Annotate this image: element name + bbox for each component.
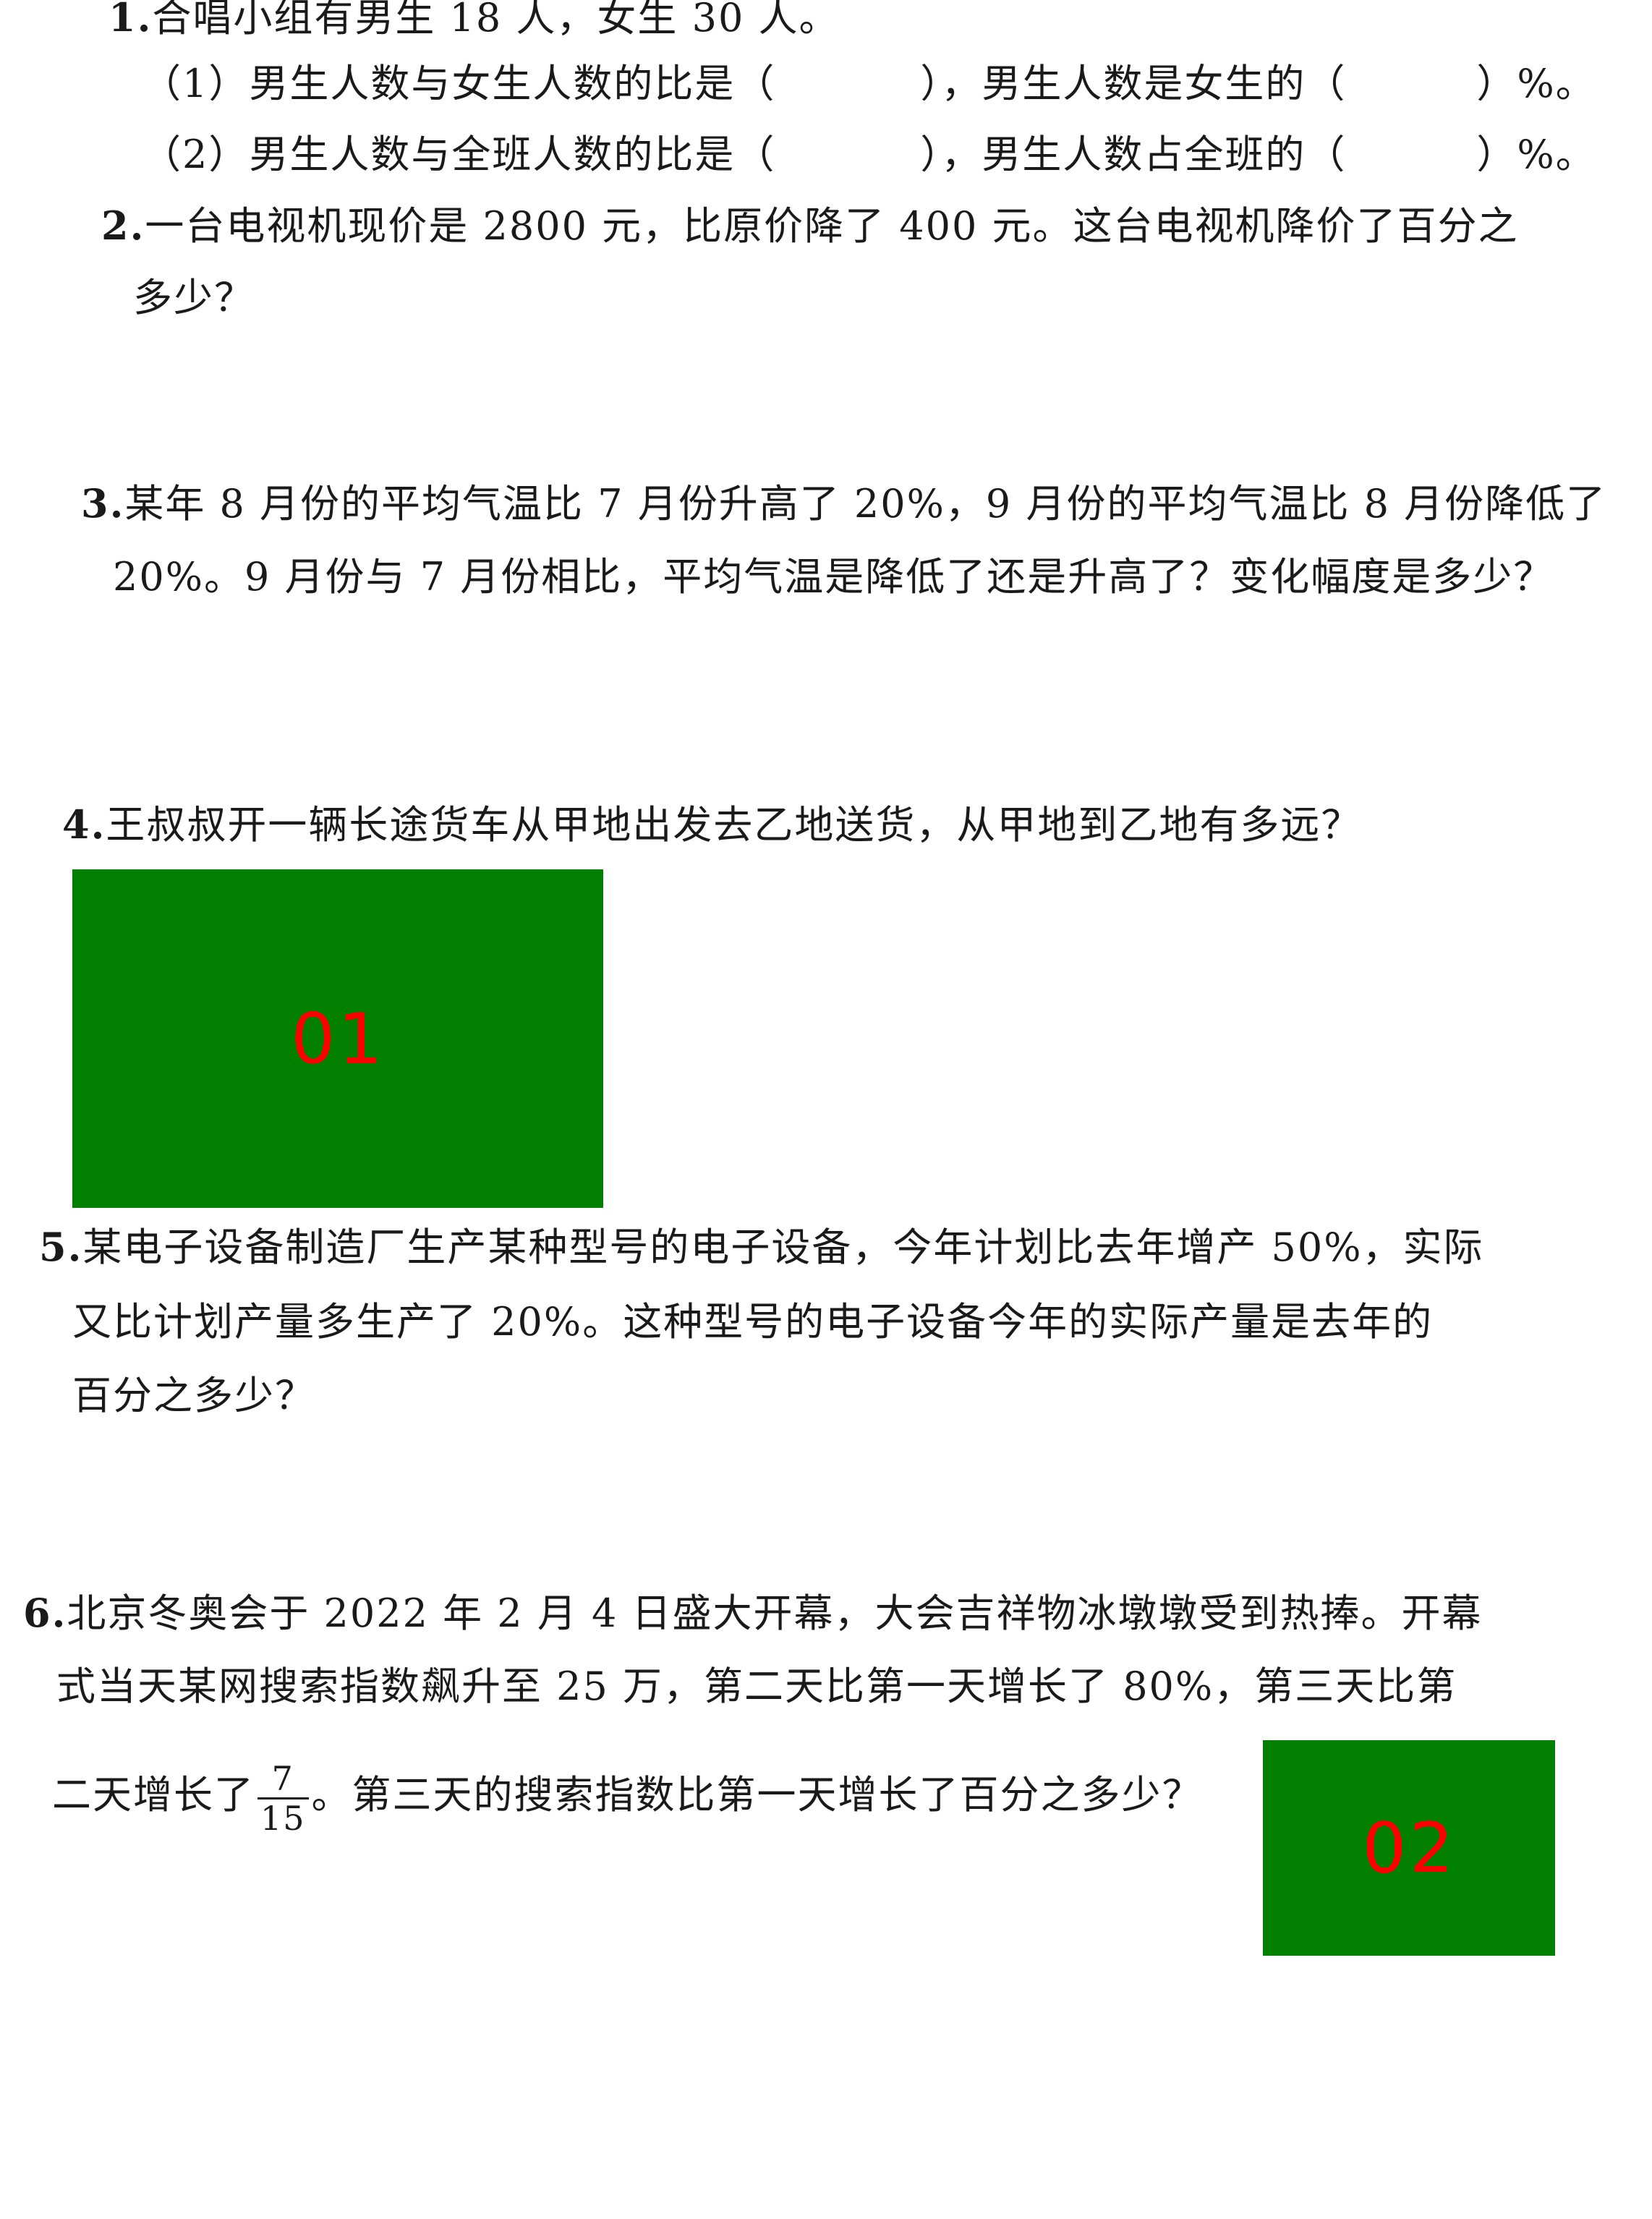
question-text: 二天增长了: [52, 1772, 255, 1818]
fraction-denominator: 15: [260, 1798, 306, 1838]
question-1-part-1: （1）男生人数与女生人数的比是（ ），男生人数是女生的（ ）%。: [142, 61, 1596, 107]
part-text: ）%。: [1476, 61, 1596, 106]
question-5-line-2: 又比计划产量多生产了 20%。这种型号的电子设备今年的实际产量是去年的: [72, 1299, 1433, 1345]
question-number: 3.: [81, 480, 125, 527]
question-text: 某电子设备制造厂生产某种型号的电子设备，今年计划比去年增产 50%，实际: [82, 1225, 1484, 1270]
question-number: 6.: [23, 1590, 67, 1636]
question-number: 2.: [101, 203, 145, 249]
question-5-line-1: 5.某电子设备制造厂生产某种型号的电子设备，今年计划比去年增产 50%，实际: [39, 1224, 1484, 1271]
part-text: ），男生人数是女生的（: [920, 61, 1347, 106]
question-number: 4.: [62, 801, 106, 848]
question-1-part-2: （2）男生人数与全班人数的比是（ ），男生人数占全班的（ ）%。: [142, 132, 1596, 178]
question-text: 式当天某网搜索指数飙升至 25 万，第二天比第一天增长了 80%，第三天比第: [56, 1664, 1457, 1709]
question-text: 20%。9 月份与 7 月份相比，平均气温是降低了还是升高了？变化幅度是多少？: [113, 554, 1554, 600]
question-text: 多少？: [133, 275, 255, 320]
question-3-line-2: 20%。9 月份与 7 月份相比，平均气温是降低了还是升高了？变化幅度是多少？: [113, 554, 1554, 600]
question-text: 北京冬奥会于 2022 年 2 月 4 日盛大开幕，大会吉祥物冰墩墩受到热捧。开…: [67, 1590, 1483, 1636]
redaction-box-02: 02: [1263, 1740, 1555, 1956]
box-label: 01: [290, 998, 386, 1079]
question-3-line-1: 3.某年 8 月份的平均气温比 7 月份升高了 20%，9 月份的平均气温比 8…: [81, 480, 1606, 527]
question-text: 某年 8 月份的平均气温比 7 月份升高了 20%，9 月份的平均气温比 8 月…: [124, 481, 1607, 527]
question-number: 5.: [39, 1224, 83, 1270]
part-text: （1）男生人数与女生人数的比是（: [142, 61, 776, 106]
question-text: 一台电视机现价是 2800 元，比原价降了 400 元。这台电视机降价了百分之: [145, 203, 1519, 249]
part-text: （2）男生人数与全班人数的比是（: [142, 132, 776, 177]
question-6-line-2: 式当天某网搜索指数飙升至 25 万，第二天比第一天增长了 80%，第三天比第: [56, 1664, 1457, 1710]
question-text: 。第三天的搜索指数比第一天增长了百分之多少？: [311, 1772, 1203, 1818]
question-text: 百分之多少？: [72, 1373, 315, 1418]
question-1-stem: 1.合唱小组有男生 18 人，女生 30 人。: [108, 0, 839, 41]
question-5-line-3: 百分之多少？: [72, 1373, 315, 1419]
fraction: 7 15: [257, 1760, 309, 1837]
redaction-box-01: 01: [72, 869, 603, 1208]
part-text: ），男生人数占全班的（: [920, 132, 1347, 177]
question-6-line-1: 6.北京冬奥会于 2022 年 2 月 4 日盛大开幕，大会吉祥物冰墩墩受到热捧…: [23, 1590, 1483, 1637]
question-text: 又比计划产量多生产了 20%。这种型号的电子设备今年的实际产量是去年的: [72, 1299, 1434, 1345]
question-text: 王叔叔开一辆长途货车从甲地出发去乙地送货，从甲地到乙地有多远？: [106, 802, 1362, 848]
part-text: ）%。: [1476, 132, 1596, 177]
question-4-line-1: 4.王叔叔开一辆长途货车从甲地出发去乙地送货，从甲地到乙地有多远？: [62, 801, 1361, 848]
fraction-numerator: 7: [257, 1760, 309, 1800]
question-2-line-2: 多少？: [133, 275, 255, 321]
box-label: 02: [1361, 1807, 1457, 1888]
question-number: 1.: [108, 0, 153, 41]
question-6-line-3: 二天增长了 7 15 。第三天的搜索指数比第一天增长了百分之多少？: [52, 1752, 1203, 1839]
question-2-line-1: 2.一台电视机现价是 2800 元，比原价降了 400 元。这台电视机降价了百分…: [101, 203, 1519, 250]
question-text: 合唱小组有男生 18 人，女生 30 人。: [152, 0, 840, 41]
